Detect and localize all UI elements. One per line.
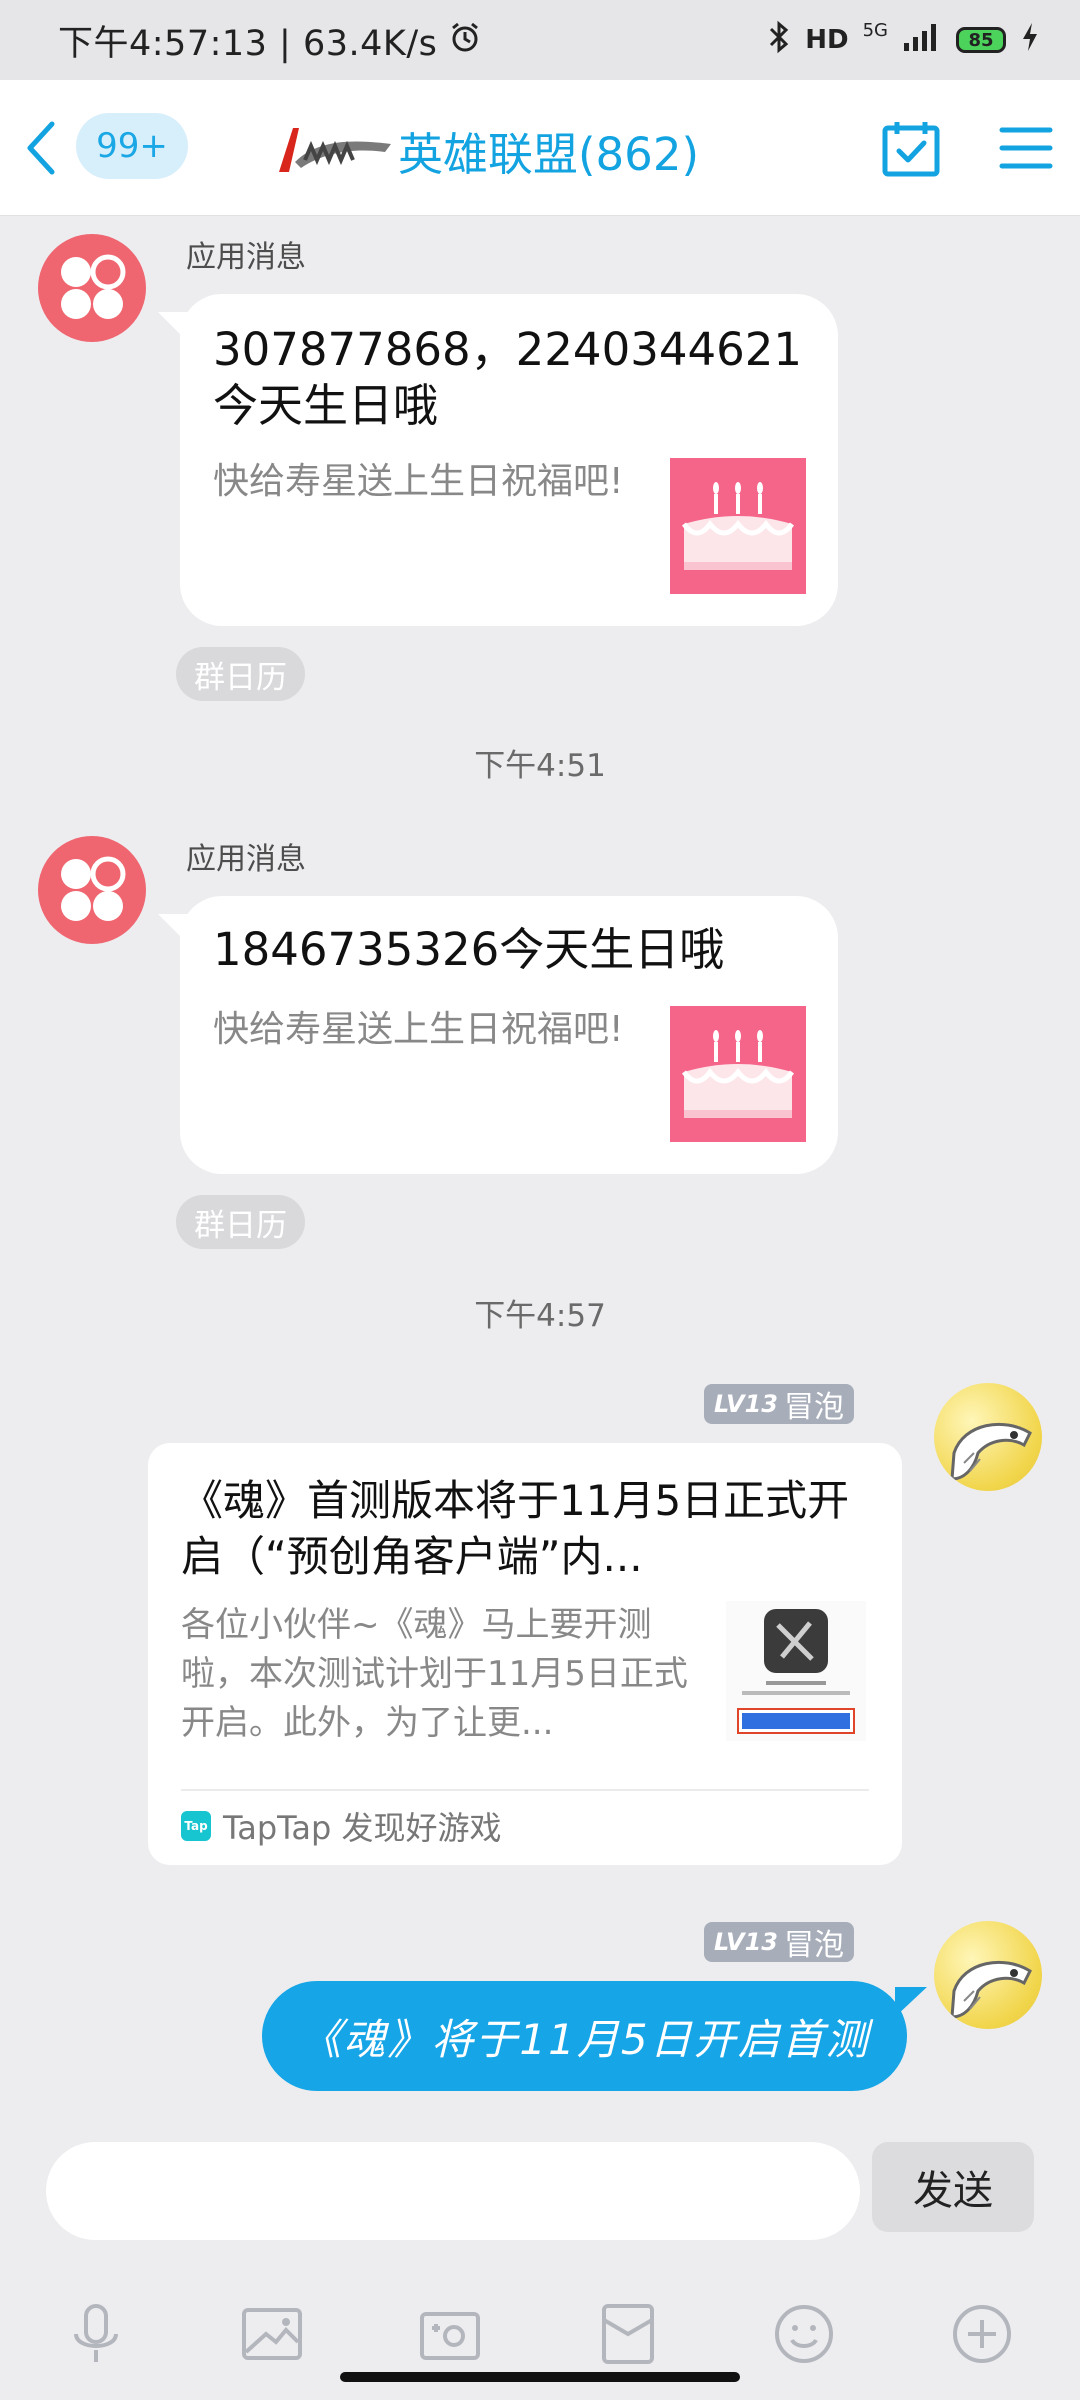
signal-icon: [902, 21, 942, 60]
back-arrow-icon[interactable]: [14, 116, 74, 180]
send-button[interactable]: 发送: [872, 2142, 1034, 2232]
rank-label: 冒泡: [783, 1390, 844, 1425]
level-label: LV13: [714, 1928, 778, 1956]
charging-icon: [1020, 21, 1040, 60]
input-toolbar: [0, 2298, 1080, 2378]
game-thumbnail: [726, 1601, 866, 1741]
time-separator: 下午4:57: [474, 1298, 606, 1334]
group-calendar-tag[interactable]: 群日历: [176, 647, 305, 701]
home-indicator[interactable]: [340, 2372, 740, 2382]
share-description: 各位小伙伴~《魂》马上要开测啦，本次测试计划于11月5日正式开启。此外，为了让更…: [181, 1605, 688, 1743]
group-title[interactable]: 英雄联盟(862): [398, 118, 699, 183]
share-title: 《魂》首测版本将于11月5日正式开启（“预创角客户端”内...: [181, 1476, 850, 1581]
clover-icon: [61, 856, 126, 921]
birthday-cake-icon: [670, 1006, 806, 1142]
clover-icon: [61, 254, 126, 319]
time-separator: 下午4:51: [474, 748, 606, 784]
message-text: 《魂》将于11月5日开启首测: [299, 2014, 870, 2064]
message-input[interactable]: [46, 2142, 860, 2240]
group-calendar-tag[interactable]: 群日历: [176, 1195, 305, 1249]
unread-count-badge[interactable]: 99+: [76, 113, 188, 179]
fish-avatar-icon: [950, 1960, 1032, 2019]
camera-icon[interactable]: [414, 2298, 486, 2370]
app-message-avatar[interactable]: [38, 836, 146, 944]
microphone-icon[interactable]: [60, 2298, 132, 2370]
sender-name: 应用消息: [186, 842, 306, 877]
status-time: 下午4:57:13 | 63.4K/s: [58, 23, 438, 64]
taptap-icon: Tap: [181, 1811, 211, 1841]
user-avatar[interactable]: [934, 1383, 1042, 1491]
user-avatar[interactable]: [934, 1921, 1042, 2029]
status-bar: 下午4:57:13 | 63.4K/s HD 5G 85: [0, 0, 1080, 80]
card-title: 1846735326今天生日哦: [213, 923, 725, 976]
group-logo-icon: [275, 122, 395, 178]
birthday-card[interactable]: 307877868，2240344621今天生日哦 快给寿星送上生日祝福吧!: [158, 294, 838, 626]
battery-indicator: 85: [956, 27, 1006, 53]
share-card[interactable]: 《魂》首测版本将于11月5日正式开启（“预创角客户端”内... 各位小伙伴~《魂…: [148, 1443, 902, 1865]
birthday-card[interactable]: 1846735326今天生日哦 快给寿星送上生日祝福吧!: [158, 896, 838, 1174]
red-packet-icon[interactable]: [592, 2298, 664, 2370]
level-badge: LV13 冒泡: [704, 1922, 854, 1963]
divider: [181, 1789, 869, 1791]
image-icon[interactable]: [236, 2298, 308, 2370]
card-subtitle: 快给寿星送上生日祝福吧!: [213, 461, 624, 502]
chat-header: 99+ 英雄联盟(862): [0, 80, 1080, 216]
share-source: Tap TapTap 发现好游戏: [181, 1803, 502, 1849]
menu-icon[interactable]: [998, 120, 1054, 176]
input-area: 发送: [0, 2118, 1080, 2400]
card-title: 307877868，2240344621今天生日哦: [213, 323, 802, 432]
alarm-icon: [447, 20, 483, 60]
sender-name: 应用消息: [186, 240, 306, 275]
fish-avatar-icon: [950, 1422, 1032, 1481]
message-bubble[interactable]: 《魂》将于11月5日开启首测: [262, 1981, 927, 2091]
emoji-icon[interactable]: [768, 2298, 840, 2370]
card-subtitle: 快给寿星送上生日祝福吧!: [213, 1009, 624, 1050]
birthday-cake-icon: [670, 458, 806, 594]
app-message-avatar[interactable]: [38, 234, 146, 342]
level-label: LV13: [714, 1390, 778, 1418]
calendar-check-icon[interactable]: [880, 118, 942, 180]
hd-icon: HD: [805, 25, 849, 55]
bluetooth-icon: [767, 20, 791, 61]
level-badge: LV13 冒泡: [704, 1384, 854, 1425]
network-label: 5G: [862, 19, 888, 41]
rank-label: 冒泡: [783, 1928, 844, 1963]
share-source-label: TapTap 发现好游戏: [223, 1809, 502, 1847]
add-plus-icon[interactable]: [946, 2298, 1018, 2370]
